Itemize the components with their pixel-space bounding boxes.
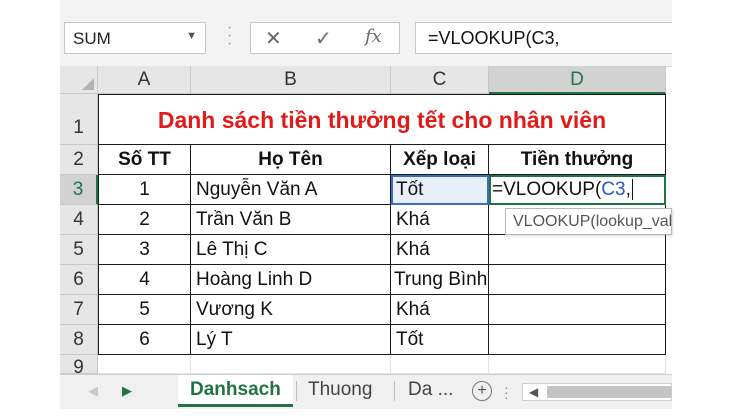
row-header-3[interactable]: 3	[60, 175, 98, 205]
table-cell-bonus[interactable]	[489, 265, 666, 295]
row-header-5[interactable]: 5	[60, 235, 98, 265]
tab-thuong[interactable]: Thuong	[308, 375, 372, 407]
table-cell-stt[interactable]: 4	[98, 265, 191, 295]
row-header-8[interactable]: 8	[60, 325, 98, 355]
table-cell-bonus[interactable]	[489, 295, 666, 325]
edit-formula-suffix: ,	[625, 179, 631, 200]
table-cell-rank[interactable]: Tốt	[391, 325, 489, 355]
table-cell-stt[interactable]: 1	[98, 175, 191, 205]
header-cell-stt[interactable]: Số TT	[98, 145, 191, 175]
row-header-6[interactable]: 6	[60, 265, 98, 295]
table-cell-name[interactable]: Hoàng Linh D	[191, 265, 391, 295]
table-cell-bonus[interactable]	[489, 235, 666, 265]
table-cell-stt[interactable]: 3	[98, 235, 191, 265]
row-header-1[interactable]: 1	[60, 94, 98, 145]
previous-sheet-icon[interactable]: ◀	[88, 383, 98, 399]
table-cell-stt[interactable]: 6	[98, 325, 191, 355]
empty-cell[interactable]	[191, 355, 391, 374]
empty-cell[interactable]	[489, 355, 666, 374]
add-sheet-icon[interactable]: +	[472, 381, 492, 401]
row-header-4[interactable]: 4	[60, 205, 98, 235]
formula-input[interactable]: =VLOOKUP(C3,	[415, 22, 672, 54]
table-cell-rank[interactable]: Khá	[391, 235, 489, 265]
tab-more-sheets[interactable]: Da ...	[408, 375, 453, 407]
empty-cell[interactable]	[98, 355, 191, 374]
check-icon[interactable]: ✓	[315, 26, 332, 51]
edit-formula-ref: C3	[601, 179, 626, 200]
table-cell-rank[interactable]: Khá	[391, 205, 489, 235]
tab-divider	[296, 381, 297, 401]
row-header-2[interactable]: 2	[60, 145, 98, 175]
empty-cell[interactable]	[391, 355, 489, 374]
column-header-d[interactable]: D	[489, 66, 666, 94]
table-cell-rank[interactable]: Trung Bình	[391, 265, 489, 295]
sheet-tab-bar: ◀ ▶ Danhsach Thuong Da ... + · · · ◀	[60, 374, 672, 409]
excel-window: SUM ▼ · · · ✕ ✓ fx =VLOOKUP(C3, A B C D 1 …	[60, 0, 672, 416]
table-cell-name[interactable]: Trần Văn B	[191, 205, 391, 235]
table-cell-name[interactable]: Lý T	[191, 325, 391, 355]
table-cell-bonus[interactable]	[489, 325, 666, 355]
table-cell-name[interactable]: Vương K	[191, 295, 391, 325]
chevron-down-icon[interactable]: ▼	[186, 30, 197, 42]
cancel-icon[interactable]: ✕	[265, 26, 282, 51]
function-tooltip: VLOOKUP(lookup_value, table_array, col_i…	[505, 208, 672, 235]
row-header-7[interactable]: 7	[60, 295, 98, 325]
column-header-c[interactable]: C	[391, 66, 489, 94]
table-cell-name[interactable]: Lê Thị C	[191, 235, 391, 265]
formula-buttons: ✕ ✓ fx	[250, 22, 400, 54]
horizontal-scrollbar[interactable]: ◀	[522, 383, 672, 401]
column-header-b[interactable]: B	[191, 66, 391, 94]
table-cell-rank-c3[interactable]: Tốt	[391, 175, 489, 205]
row-header-9[interactable]: 9	[60, 355, 98, 374]
edit-formula-prefix: =VLOOKUP(	[492, 179, 602, 200]
table-cell-stt[interactable]: 5	[98, 295, 191, 325]
table-title[interactable]: Danh sách tiền thưởng tết cho nhân viên	[98, 94, 666, 145]
insert-function-icon[interactable]: fx	[365, 26, 382, 47]
next-sheet-icon[interactable]: ▶	[122, 383, 132, 399]
text-cursor	[631, 179, 633, 200]
select-all-corner[interactable]	[60, 66, 98, 94]
column-header-a[interactable]: A	[98, 66, 191, 94]
scroll-left-icon[interactable]: ◀	[529, 385, 538, 399]
header-cell-name[interactable]: Họ Tên	[191, 145, 391, 175]
splitter-handle-icon[interactable]: · · ·	[504, 380, 509, 404]
name-box-value: SUM	[73, 29, 111, 48]
tab-divider	[394, 381, 395, 401]
header-cell-rank[interactable]: Xếp loại	[391, 145, 489, 175]
formula-bar: SUM ▼ · · · ✕ ✓ fx =VLOOKUP(C3,	[60, 0, 672, 67]
scroll-thumb[interactable]	[547, 386, 671, 398]
header-cell-bonus[interactable]: Tiền thưởng	[489, 145, 666, 175]
name-box[interactable]: SUM ▼	[64, 22, 206, 54]
drag-handle-icon[interactable]: · · ·	[227, 20, 233, 52]
table-cell-rank[interactable]: Khá	[391, 295, 489, 325]
tab-danhsach[interactable]: Danhsach	[178, 375, 293, 407]
editing-cell-d3[interactable]: =VLOOKUP(C3,	[489, 175, 666, 205]
table-cell-name[interactable]: Nguyễn Văn A	[191, 175, 391, 205]
table-cell-stt[interactable]: 2	[98, 205, 191, 235]
